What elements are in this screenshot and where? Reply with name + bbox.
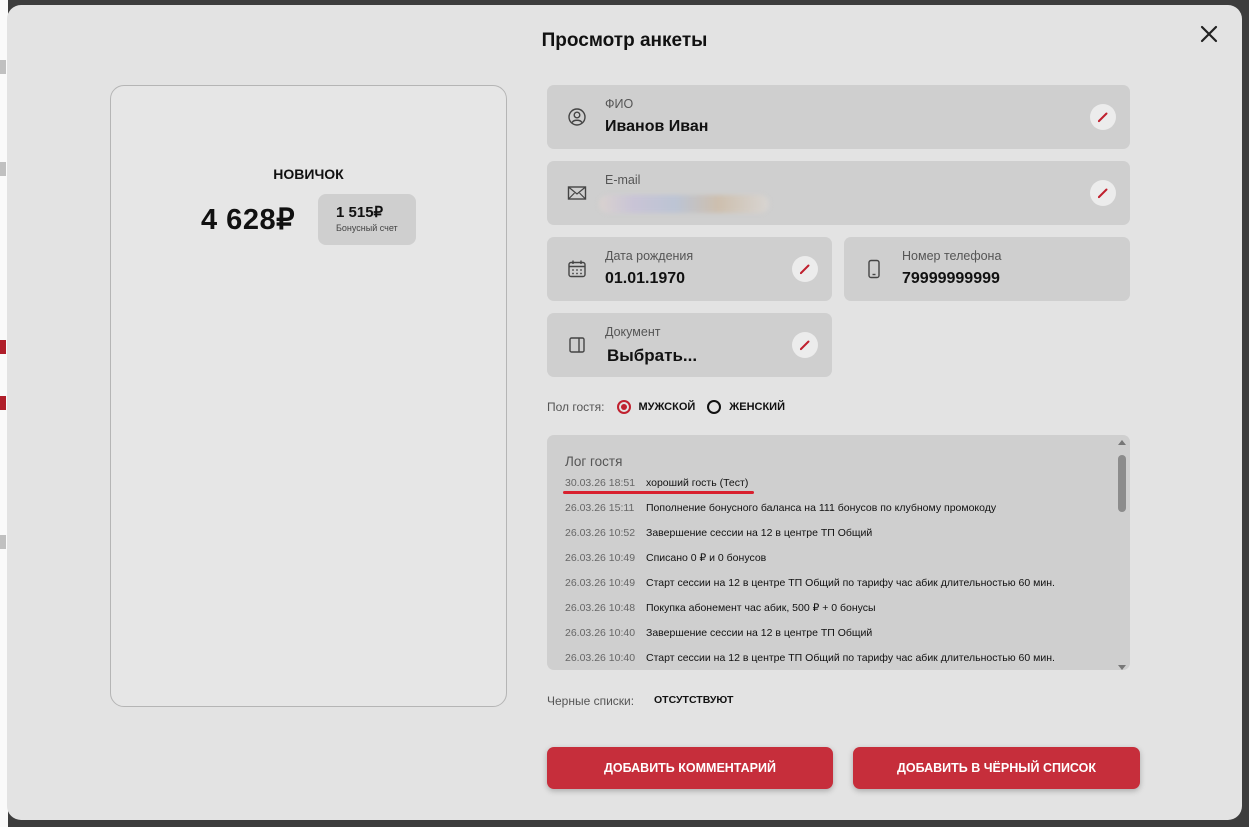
- balance-amount: 4 628₽: [201, 204, 296, 236]
- close-icon: [1200, 25, 1218, 43]
- gender-selector: Пол гостя: МУЖСКОЙ ЖЕНСКИЙ: [547, 400, 785, 414]
- document-label: Документ: [605, 325, 661, 339]
- bonus-label: Бонусный счет: [336, 223, 398, 233]
- pencil-icon: [799, 340, 810, 351]
- log-entry: 26.03.26 10:48 Покупка абонемент час абик…: [565, 602, 876, 614]
- add-to-blacklist-button[interactable]: ДОБАВИТЬ В ЧЁРНЫЙ СПИСОК: [853, 747, 1140, 789]
- document-field[interactable]: Документ Выбрать...: [547, 313, 832, 377]
- birthdate-field: Дата рождения 01.01.1970: [547, 237, 832, 301]
- gender-option-label: ЖЕНСКИЙ: [729, 401, 785, 413]
- edit-email-button[interactable]: [1090, 180, 1116, 206]
- gender-option-male[interactable]: МУЖСКОЙ: [616, 400, 696, 414]
- email-value-redacted: [599, 195, 769, 213]
- phone-value: 79999999999: [902, 270, 1000, 287]
- log-entry: 26.03.26 10:49 Списано 0 ₽ и 0 бонусов: [565, 552, 767, 564]
- blacklists-value: ОТСУТСТВУЮТ: [654, 694, 734, 706]
- birthdate-value: 01.01.1970: [605, 270, 686, 287]
- background-fragment: [0, 60, 6, 74]
- log-entry: 26.03.26 10:52 Завершение сессии на 12 в …: [565, 527, 873, 539]
- name-field: ФИО Иванов Иван: [547, 85, 1130, 149]
- loyalty-tier: НОВИЧОК: [273, 166, 344, 182]
- name-value: Иванов Иван: [605, 118, 709, 135]
- add-comment-button[interactable]: ДОБАВИТЬ КОММЕНТАРИЙ: [547, 747, 833, 789]
- phone-label: Номер телефона: [902, 249, 1002, 263]
- background-fragment: [0, 535, 6, 549]
- guest-profile-modal: Просмотр анкеты НОВИЧОК 4 628₽ 1 515₽ Бо…: [7, 5, 1242, 820]
- pencil-icon: [799, 264, 810, 275]
- log-entry: 26.03.26 10:49 Старт сессии на 12 в центр…: [565, 577, 1055, 589]
- phone-field: Номер телефона 79999999999: [844, 237, 1130, 301]
- edit-name-button[interactable]: [1090, 104, 1116, 130]
- bonus-amount: 1 515₽: [336, 204, 384, 221]
- log-entry: 26.03.26 10:40 Завершение сессии на 12 в …: [565, 627, 873, 639]
- log-title: Лог гостя: [565, 454, 623, 469]
- edit-birthdate-button[interactable]: [792, 256, 818, 282]
- user-icon: [568, 108, 586, 126]
- modal-title: Просмотр анкеты: [541, 30, 708, 51]
- calendar-icon: [568, 260, 586, 278]
- bonus-account-badge: 1 515₽ Бонусный счет: [318, 194, 416, 245]
- document-icon: [569, 337, 585, 353]
- log-entry: 26.03.26 15:11 Пополнение бонусного балан…: [565, 502, 997, 514]
- scrollbar-thumb[interactable]: [1118, 455, 1126, 512]
- pencil-icon: [1097, 112, 1108, 123]
- name-label: ФИО: [605, 97, 634, 111]
- scroll-down-arrow-icon[interactable]: [1118, 665, 1126, 670]
- background-fragment: [0, 396, 6, 410]
- close-button[interactable]: [1197, 22, 1221, 46]
- gender-option-female[interactable]: ЖЕНСКИЙ: [707, 400, 785, 414]
- document-select[interactable]: Выбрать...: [607, 346, 697, 366]
- gender-label: Пол гостя:: [547, 400, 605, 414]
- phone-icon: [868, 259, 880, 279]
- radio-selected-icon: [616, 400, 631, 414]
- blacklists-row: Черные списки: ОТСУТСТВУЮТ: [547, 694, 733, 708]
- email-field: E-mail: [547, 161, 1130, 225]
- guest-log[interactable]: Лог гостя 30.03.26 18:51 хороший гость (Т…: [547, 435, 1130, 670]
- email-label: E-mail: [605, 173, 641, 187]
- profile-card: НОВИЧОК 4 628₽ 1 515₽ Бонусный счет: [110, 85, 507, 707]
- log-scrollbar[interactable]: [1115, 440, 1129, 670]
- pencil-icon: [1097, 188, 1108, 199]
- log-entry: 30.03.26 18:51 хороший гость (Тест): [565, 477, 749, 489]
- log-entry: 26.03.26 10:40 Старт сессии на 12 в центр…: [565, 652, 1055, 664]
- background-fragment: [0, 162, 6, 176]
- scroll-up-arrow-icon[interactable]: [1118, 440, 1126, 445]
- mail-icon: [567, 186, 587, 200]
- background-fragment: [0, 340, 6, 354]
- gender-option-label: МУЖСКОЙ: [638, 401, 696, 413]
- blacklists-label: Черные списки:: [547, 694, 635, 708]
- edit-document-button[interactable]: [792, 332, 818, 358]
- highlight-underline: [563, 491, 754, 494]
- birthdate-label: Дата рождения: [605, 249, 694, 263]
- radio-unselected-icon: [707, 400, 722, 414]
